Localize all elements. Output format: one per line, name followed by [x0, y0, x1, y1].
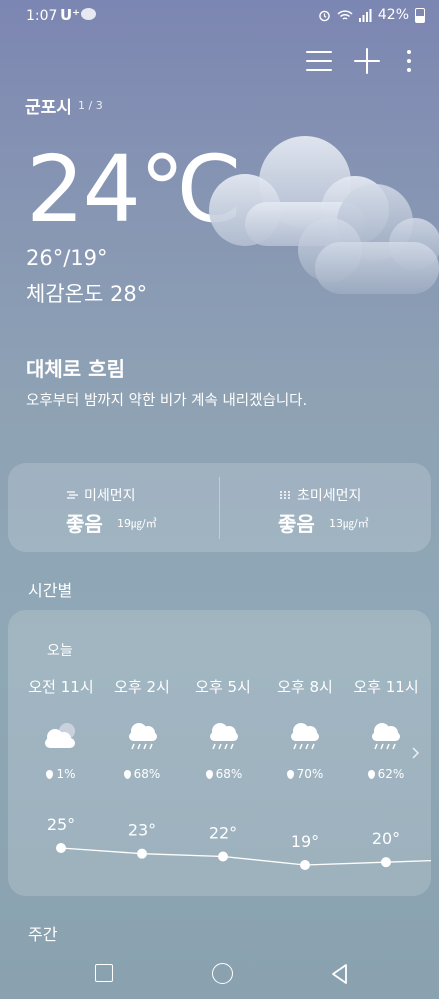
ultrafine-dust-amount: 13㎍/㎥ [329, 517, 369, 530]
fine-dust-label-text: 미세먼지 [84, 488, 136, 504]
temperature-label: 19° [291, 832, 319, 851]
home-button[interactable] [212, 963, 233, 984]
rain-cloud-icon [291, 723, 319, 750]
fine-dust-icon [67, 491, 78, 499]
temperature-line [60, 847, 431, 866]
status-time: 1:07 [26, 8, 58, 24]
day-label: 오늘 [47, 643, 73, 659]
temperature-point [218, 851, 228, 862]
add-location-icon[interactable] [354, 48, 380, 74]
hour-time-3: 오후 5시 [195, 678, 251, 696]
fine-dust-amount: 19㎍/㎥ [117, 517, 157, 530]
temperature-label: 22° [209, 824, 237, 843]
ultrafine-dust-value: 좋음 [278, 512, 315, 536]
chevron-right-icon[interactable] [411, 746, 421, 760]
raindrop-icon [123, 770, 131, 779]
signal-icon [358, 8, 372, 22]
precip-chance-5: 62% [351, 767, 421, 781]
weather-condition: 대체로 흐림 [26, 357, 125, 381]
menu-icon[interactable] [306, 51, 332, 71]
talk-notification-icon [81, 8, 96, 20]
ultrafine-dust-label-text: 초미세먼지 [297, 488, 362, 504]
precip-chance-3: 68% [189, 767, 259, 781]
ultrafine-dust-label: 초미세먼지 [279, 485, 361, 505]
raindrop-icon [46, 770, 54, 779]
temperature-label: 25° [47, 815, 75, 834]
precip-chance-1: 1% [26, 767, 96, 781]
hour-time-4: 오후 8시 [277, 678, 333, 696]
raindrop-icon [367, 770, 375, 779]
high-low-temperature: 26°/19° [26, 246, 108, 270]
temperature-point [137, 848, 147, 859]
weekly-section-title: 주간 [28, 925, 58, 944]
precip-chance-4: 70% [270, 767, 340, 781]
precip-chance-2: 68% [107, 767, 177, 781]
fine-dust-value: 좋음 [66, 512, 103, 536]
raindrop-icon [286, 770, 294, 779]
rain-cloud-icon [129, 723, 157, 750]
back-button[interactable] [330, 963, 350, 985]
rain-cloud-icon [372, 723, 400, 750]
temperature-label: 20° [372, 829, 400, 848]
raindrop-icon [205, 770, 213, 779]
status-bar: 1:07 U⁺ 42% [0, 0, 439, 32]
temperature-point [56, 843, 66, 853]
weather-description: 오후부터 밤까지 약한 비가 계속 내리겠습니다. [26, 393, 308, 409]
hour-time-2: 오후 2시 [114, 678, 170, 696]
cloudy-weather-illustration [209, 136, 439, 294]
fine-dust-label: 미세먼지 [66, 485, 136, 505]
more-options-icon[interactable] [405, 50, 413, 72]
carrier-label: U⁺ [60, 6, 81, 24]
hourly-temperature-graph: 25° 23° 22° 19° 20° [47, 815, 431, 870]
battery-icon [415, 7, 425, 23]
status-indicators: 42% [318, 7, 425, 23]
partly-cloudy-icon [45, 723, 75, 748]
air-quality-divider [219, 477, 220, 539]
wifi-icon [337, 9, 353, 20]
temperature-point [381, 857, 391, 868]
ultrafine-dust-icon [280, 491, 290, 499]
hourly-section-title: 시간별 [28, 581, 73, 600]
alarm-icon [319, 10, 330, 21]
rain-cloud-icon [210, 723, 238, 750]
temperature-label: 23° [128, 821, 156, 840]
hour-time-1: 오전 11시 [28, 678, 94, 696]
hour-time-5: 오후 11시 [353, 678, 419, 696]
temperature-point [300, 860, 310, 870]
recent-apps-button[interactable] [95, 964, 113, 982]
city-name[interactable]: 군포시 [25, 93, 72, 118]
feels-like-temperature: 체감온도 28° [26, 282, 148, 306]
page-indicator: 1 / 3 [78, 99, 103, 112]
battery-percent: 42% [377, 7, 409, 23]
